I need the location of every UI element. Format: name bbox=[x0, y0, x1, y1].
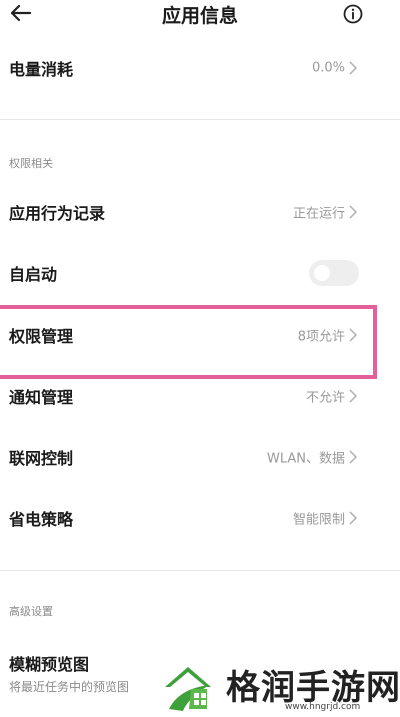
network-control-row[interactable]: 联网控制 WLAN、数据 bbox=[0, 427, 400, 487]
app-behavior-record-row[interactable]: 应用行为记录 正在运行 bbox=[0, 182, 400, 242]
chevron-right-icon bbox=[349, 511, 358, 525]
page-title: 应用信息 bbox=[161, 5, 238, 27]
blur-preview-description: 将最近任务中的预览图 bbox=[9, 680, 130, 694]
section-divider bbox=[0, 570, 400, 571]
watermark-logo-icon bbox=[165, 667, 211, 711]
chevron-right-icon bbox=[349, 328, 358, 342]
power-saving-policy-row[interactable]: 省电策略 智能限制 bbox=[0, 488, 400, 548]
permission-management-row[interactable]: 权限管理 8项允许 bbox=[0, 305, 400, 365]
blur-preview-label[interactable]: 模糊预览图 bbox=[9, 651, 89, 675]
power-saving-policy-label: 省电策略 bbox=[9, 510, 74, 529]
section-divider bbox=[0, 119, 400, 120]
autostart-toggle[interactable] bbox=[309, 260, 359, 286]
notification-management-row[interactable]: 通知管理 不允许 bbox=[0, 366, 400, 426]
chevron-right-icon bbox=[349, 205, 358, 219]
battery-usage-label: 电量消耗 bbox=[9, 60, 74, 79]
power-saving-policy-value: 智能限制 bbox=[292, 512, 345, 528]
notification-management-value: 不允许 bbox=[305, 390, 345, 406]
notification-management-label: 通知管理 bbox=[9, 388, 74, 407]
app-header: 应用信息 bbox=[0, 0, 400, 30]
app-behavior-record-value: 正在运行 bbox=[292, 206, 345, 222]
chevron-right-icon bbox=[349, 389, 358, 403]
battery-usage-row[interactable]: 电量消耗 0.0% bbox=[0, 38, 400, 98]
autostart-label: 自启动 bbox=[9, 265, 58, 284]
battery-usage-value: 0.0% bbox=[311, 60, 345, 76]
permission-management-label: 权限管理 bbox=[9, 327, 74, 346]
permissions-section-title: 权限相关 bbox=[9, 157, 53, 170]
toggle-knob bbox=[314, 265, 330, 281]
chevron-right-icon bbox=[349, 450, 358, 464]
chevron-right-icon bbox=[349, 61, 358, 75]
info-icon[interactable] bbox=[343, 4, 363, 24]
app-behavior-record-label: 应用行为记录 bbox=[9, 204, 106, 223]
network-control-label: 联网控制 bbox=[9, 449, 74, 468]
permission-management-value: 8项允许 bbox=[297, 329, 345, 345]
advanced-settings-section-title: 高级设置 bbox=[9, 605, 53, 618]
watermark-url: www.hngrjd.com bbox=[285, 702, 361, 712]
network-control-value: WLAN、数据 bbox=[266, 451, 345, 467]
